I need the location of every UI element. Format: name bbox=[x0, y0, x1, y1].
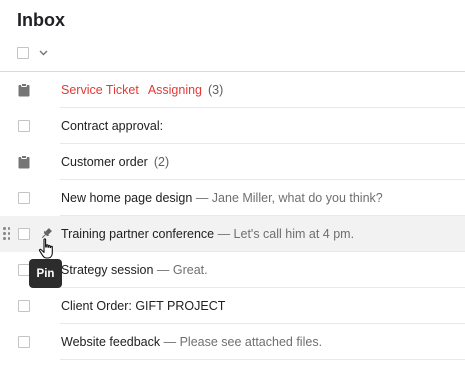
select-all-checkbox[interactable] bbox=[17, 47, 29, 59]
message-content: Training partner conference — Let's call… bbox=[61, 216, 354, 252]
message-subject: Training partner conference bbox=[61, 227, 215, 241]
message-subject: Strategy session bbox=[61, 263, 154, 277]
row-checkbox-container bbox=[18, 120, 30, 132]
page-title: Inbox bbox=[17, 10, 65, 30]
message-subject: Service Ticket bbox=[61, 83, 139, 97]
message-snippet: — Great. bbox=[153, 263, 208, 277]
row-checkbox-container bbox=[18, 228, 52, 240]
row-checkbox-container bbox=[18, 336, 30, 348]
list-item[interactable]: Client Order: GIFT PROJECT bbox=[0, 288, 465, 324]
message-snippet: — Please see attached files. bbox=[160, 335, 323, 349]
message-subject: New home page design bbox=[61, 191, 193, 205]
list-item[interactable]: Training partner conference — Let's call… bbox=[0, 216, 465, 252]
list-item[interactable]: Strategy session — Great. bbox=[0, 252, 465, 288]
list-item[interactable]: Service Ticket Assigning (3) bbox=[0, 72, 465, 108]
message-content: Client Order: GIFT PROJECT bbox=[61, 288, 225, 324]
message-count: (2) bbox=[153, 155, 170, 169]
row-checkbox[interactable] bbox=[18, 336, 30, 348]
select-toolbar bbox=[17, 45, 48, 61]
row-checkbox[interactable] bbox=[18, 192, 30, 204]
message-subject: Contract approval: bbox=[61, 119, 164, 133]
list-item[interactable]: New home page design — Jane Miller, what… bbox=[0, 180, 465, 216]
hand-cursor-icon bbox=[38, 238, 56, 267]
drag-handle-icon[interactable] bbox=[3, 226, 12, 242]
message-subject: Client Order: GIFT PROJECT bbox=[61, 299, 226, 313]
message-content: Customer order (2) bbox=[61, 144, 169, 180]
message-subject: Website feedback bbox=[61, 335, 161, 349]
message-content: Strategy session — Great. bbox=[61, 252, 208, 288]
clipboard-icon bbox=[18, 155, 30, 169]
row-checkbox[interactable] bbox=[18, 228, 30, 240]
clipboard-icon bbox=[18, 83, 30, 97]
message-content: Website feedback — Please see attached f… bbox=[61, 324, 322, 360]
message-content: Service Ticket Assigning (3) bbox=[61, 72, 223, 108]
message-subject: Customer order bbox=[61, 155, 148, 169]
row-checkbox-container bbox=[18, 192, 30, 204]
list-item[interactable]: Contract approval: bbox=[0, 108, 465, 144]
list-item[interactable]: Customer order (2) bbox=[0, 144, 465, 180]
row-checkbox[interactable] bbox=[18, 120, 30, 132]
message-snippet: — Let's call him at 4 pm. bbox=[214, 227, 355, 241]
message-snippet: — Jane Miller, what do you think? bbox=[192, 191, 383, 205]
row-divider bbox=[60, 359, 465, 360]
chevron-down-icon[interactable] bbox=[38, 48, 48, 58]
list-item[interactable]: Website feedback — Please see attached f… bbox=[0, 324, 465, 360]
message-count: (3) bbox=[208, 83, 224, 97]
message-content: Contract approval: bbox=[61, 108, 163, 144]
status-tag: Assigning bbox=[147, 83, 203, 97]
message-content: New home page design — Jane Miller, what… bbox=[61, 180, 383, 216]
row-checkbox[interactable] bbox=[18, 300, 30, 312]
row-checkbox-container bbox=[18, 300, 30, 312]
